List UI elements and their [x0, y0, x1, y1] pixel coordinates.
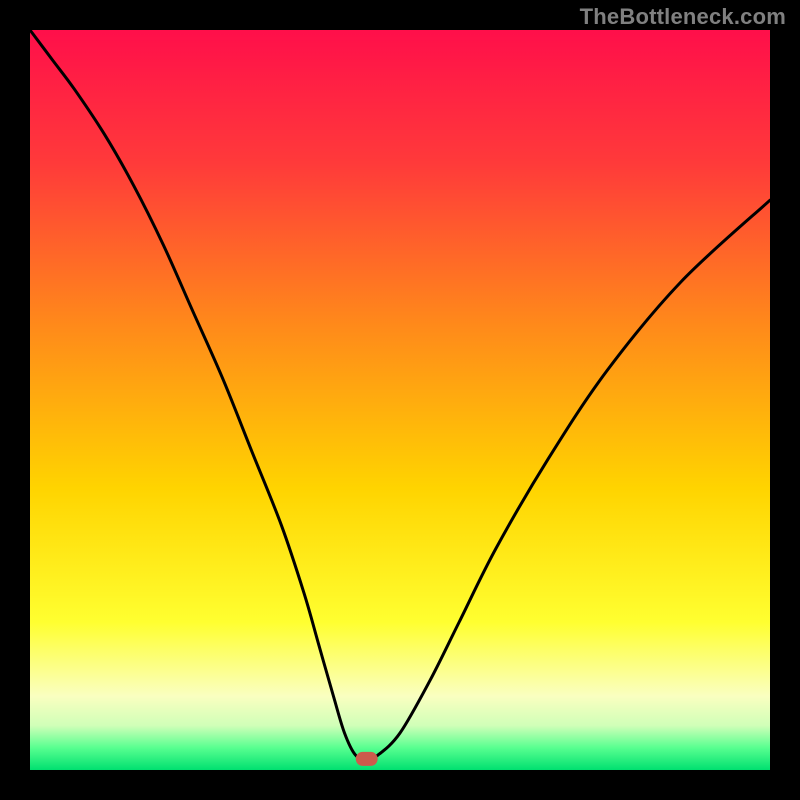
chart-frame: TheBottleneck.com	[0, 0, 800, 800]
gradient-background	[30, 30, 770, 770]
watermark-text: TheBottleneck.com	[580, 4, 786, 30]
current-point-marker	[356, 752, 378, 766]
bottleneck-curve-chart	[0, 0, 800, 800]
